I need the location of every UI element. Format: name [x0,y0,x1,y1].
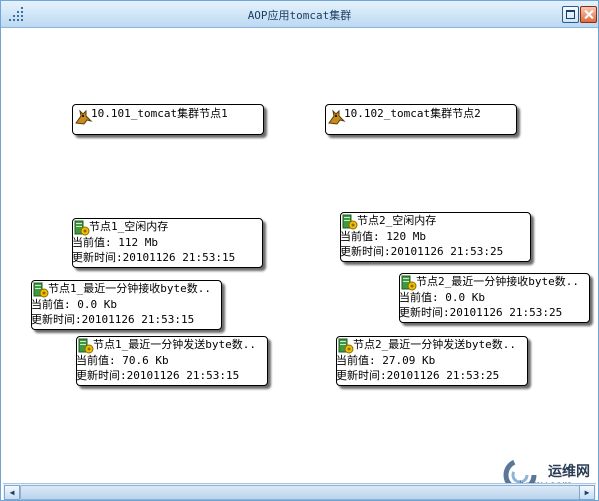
monitor-update-time: 更新时间:20101126 21:53:25 [399,306,563,319]
monitor-db-icon [401,275,417,291]
scrollbar-thumb[interactable] [20,485,580,500]
monitor-value: 当前值: 0.0 Kb [399,291,485,304]
monitor-update-time: 更新时间:20101126 21:53:15 [76,369,240,382]
monitor-title: 节点1_空闲内存 [89,220,169,233]
cluster-node-label: 10.102_tomcat集群节点2 [344,107,481,120]
horizontal-scrollbar[interactable]: ◀ ▶ [3,483,596,500]
monitor-db-icon [33,282,49,298]
monitor-db-icon [338,338,354,354]
app-window: AOP应用tomcat集群 10.101_tomcat集群节点1 10.102_… [0,0,599,501]
monitor-title: 节点2_最近一分钟发送byte数.. [353,338,516,351]
monitor-db-icon [74,220,90,236]
close-button[interactable] [580,6,597,23]
maximize-button[interactable] [562,6,579,23]
monitor-update-time: 更新时间:20101126 21:53:25 [336,369,500,382]
monitor-title: 节点2_空闲内存 [357,214,437,227]
monitor-update-time: 更新时间:20101126 21:53:15 [31,313,195,326]
monitor-value: 当前值: 120 Mb [340,230,426,243]
monitor-value: 当前值: 70.6 Kb [76,354,169,367]
monitor-node1-sent-bytes[interactable]: 节点1_最近一分钟发送byte数.. 当前值: 70.6 Kb 更新时间:201… [76,336,268,386]
scroll-left-button[interactable]: ◀ [4,485,20,500]
title-bar[interactable]: AOP应用tomcat集群 [1,1,598,28]
monitor-node2-received-bytes[interactable]: 节点2_最近一分钟接收byte数.. 当前值: 0.0 Kb 更新时间:2010… [399,273,590,323]
monitor-node2-sent-bytes[interactable]: 节点2_最近一分钟发送byte数.. 当前值: 27.09 Kb 更新时间:20… [336,336,528,386]
cluster-node-1[interactable]: 10.101_tomcat集群节点1 [72,104,264,135]
monitor-db-icon [342,214,358,230]
monitor-value: 当前值: 112 Mb [72,236,158,249]
monitor-title: 节点1_最近一分钟接收byte数.. [48,282,211,295]
monitor-update-time: 更新时间:20101126 21:53:25 [340,245,504,258]
cluster-node-label: 10.101_tomcat集群节点1 [91,107,228,120]
scroll-right-button[interactable]: ▶ [579,485,595,500]
cluster-node-2[interactable]: 10.102_tomcat集群节点2 [325,104,517,135]
monitor-db-icon [78,338,94,354]
monitor-value: 当前值: 27.09 Kb [336,354,436,367]
monitor-title: 节点2_最近一分钟接收byte数.. [416,275,579,288]
monitor-title: 节点1_最近一分钟发送byte数.. [93,338,256,351]
monitor-node1-free-memory[interactable]: 节点1_空闲内存 当前值: 112 Mb 更新时间:20101126 21:53… [72,218,263,268]
window-title: AOP应用tomcat集群 [247,9,352,22]
monitor-node2-free-memory[interactable]: 节点2_空闲内存 当前值: 120 Mb 更新时间:20101126 21:53… [340,212,531,262]
monitor-value: 当前值: 0.0 Kb [31,298,117,311]
monitor-node1-received-bytes[interactable]: 节点1_最近一分钟接收byte数.. 当前值: 0.0 Kb 更新时间:2010… [31,280,222,330]
monitor-update-time: 更新时间:20101126 21:53:15 [72,251,236,264]
